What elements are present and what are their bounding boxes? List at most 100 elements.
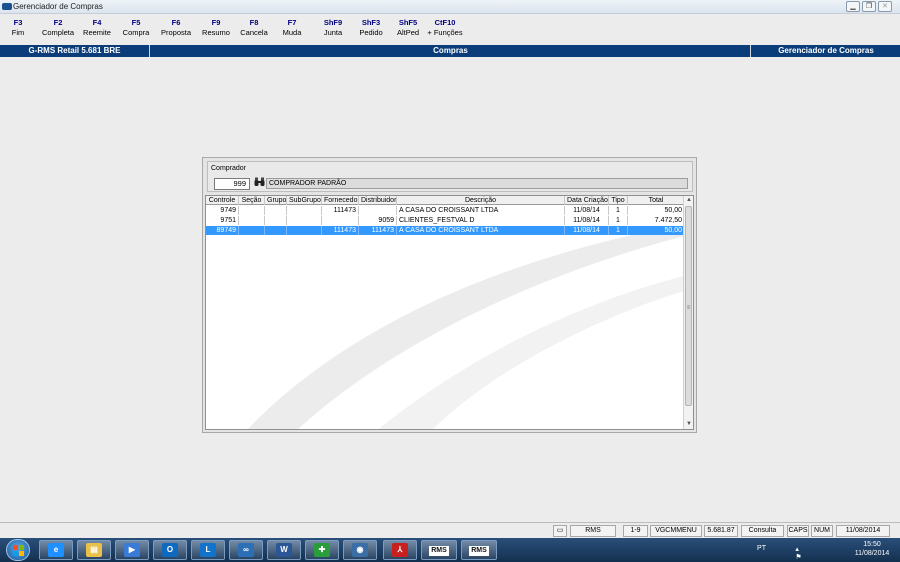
cell-subgrupo [287, 206, 322, 215]
column-header[interactable]: Tipo [609, 196, 628, 205]
taskbar-rms-button[interactable]: RMS [421, 540, 457, 560]
fkey-f3[interactable]: F3 Fim [8, 18, 28, 38]
column-header[interactable]: SubGrupo [287, 196, 322, 205]
taskbar-ie-button[interactable]: e [39, 540, 73, 560]
fkey-label: Reemite [83, 28, 111, 37]
column-header[interactable]: Controle [206, 196, 239, 205]
column-header[interactable]: Grupo [265, 196, 287, 205]
column-header[interactable]: Fornecedor [322, 196, 359, 205]
cell-secao [239, 226, 265, 235]
purchases-grid[interactable]: Controle Seção Grupo SubGrupo Fornecedor Dist… [205, 195, 694, 430]
rms-icon: RMS [469, 546, 489, 556]
fkey-code: ShF9 [323, 18, 343, 27]
fkey-label: Fim [11, 28, 25, 37]
table-row[interactable]: 9749 111473 A CASA DO CROISSANT LTDA 11/08/… [206, 206, 685, 215]
system-version: G-RMS Retail 5.681 BRE [0, 45, 150, 57]
fkey-shf9[interactable]: ShF9 Junta [319, 18, 347, 38]
cell-distribuidor: 111473 [359, 226, 397, 235]
scroll-down-icon[interactable]: ▼ [684, 420, 693, 429]
fkey-f7[interactable]: F7 Muda [278, 18, 306, 38]
fkey-code: ShF3 [361, 18, 381, 27]
scroll-grip-icon: ≡ [686, 305, 691, 311]
fkey-code: F5 [131, 18, 141, 27]
fkey-f4[interactable]: F4 Reemite [82, 18, 112, 38]
column-header[interactable]: Distribuidor [359, 196, 397, 205]
start-button[interactable] [6, 539, 30, 561]
cell-controle: 89749 [206, 226, 239, 235]
fkey-code: F2 [53, 18, 63, 27]
taskbar-lync-button[interactable]: L [191, 540, 225, 560]
fkey-f2[interactable]: F2 Completa [40, 18, 76, 38]
window-controls: ▁ ❐ ✕ [846, 1, 892, 12]
context-title: Gerenciador de Compras [778, 46, 874, 55]
restore-icon[interactable]: ❐ [862, 1, 876, 12]
cell-tipo: 1 [609, 216, 628, 225]
cell-secao [239, 206, 265, 215]
comprador-code-input[interactable]: 999 [214, 178, 250, 190]
comprador-name-field: COMPRADOR PADRÃO [266, 178, 688, 189]
cell-total: 7.472,50 [628, 216, 685, 225]
rms-icon: RMS [429, 546, 449, 556]
module-title: Compras [151, 45, 751, 57]
close-icon[interactable]: ✕ [878, 1, 892, 12]
taskbar-media-player-button[interactable]: ▶ [115, 540, 149, 560]
fkey-shf3[interactable]: ShF3 Pedido [356, 18, 386, 38]
fkey-label: Compra [122, 28, 150, 37]
fkey-label: Completa [41, 28, 75, 37]
column-header[interactable]: Data Criação [565, 196, 609, 205]
document-icon: ▭ [553, 525, 567, 537]
app-icon: ◉ [352, 543, 368, 557]
cell-controle: 9749 [206, 206, 239, 215]
taskbar-outlook-button[interactable]: O [153, 540, 187, 560]
fkey-code: F4 [92, 18, 102, 27]
outlook-icon: O [162, 543, 178, 557]
fkey-f6[interactable]: F6 Proposta [159, 18, 193, 38]
status-cell: 1-9 [623, 525, 648, 537]
fkey-code: F8 [249, 18, 259, 27]
cell-grupo [265, 226, 287, 235]
column-header[interactable]: Seção [239, 196, 265, 205]
binoculars-icon[interactable] [253, 177, 265, 189]
vertical-scrollbar[interactable]: ▲ ≡ ▼ [683, 196, 693, 429]
taskbar-word-button[interactable]: W [267, 540, 301, 560]
header-band: G-RMS Retail 5.681 BRE Compras Gerenciad… [0, 45, 900, 57]
status-cell: 5.681.87 [704, 525, 738, 537]
acrobat-icon: ⅄ [392, 543, 408, 557]
language-indicator[interactable]: PT [757, 545, 766, 552]
cell-subgrupo [287, 216, 322, 225]
fkey-label: Pedido [359, 28, 383, 37]
minimize-icon[interactable]: ▁ [846, 1, 860, 12]
taskbar: e ▤ ▶ O L ∞ W ✚ ◉ ⅄ RMS RMS PT ▴ ⚑ ▣ ◂) 15:50 11/08… [0, 538, 900, 562]
fkey-ctf10[interactable]: CtF10 + Funções [425, 18, 465, 38]
fkey-f8[interactable]: F8 Cancela [237, 18, 271, 38]
ie-icon: e [48, 543, 64, 557]
app-icon [2, 3, 12, 10]
cell-data: 11/08/14 [565, 206, 609, 215]
tray-icons[interactable]: ▴ ⚑ ▣ ◂) [795, 545, 802, 562]
fkey-f9[interactable]: F9 Resumo [199, 18, 233, 38]
clock[interactable]: 15:50 11/08/2014 [850, 540, 894, 558]
window-title: Gerenciador de Compras [13, 2, 103, 11]
table-row[interactable]: 9751 9059 CLIENTES_FESTVAL D 11/08/14 1 7.472… [206, 216, 685, 225]
grid-header: Controle Seção Grupo SubGrupo Fornecedor Dist… [206, 196, 685, 205]
taskbar-acrobat-button[interactable]: ⅄ [383, 540, 417, 560]
cell-descricao: CLIENTES_FESTVAL D [397, 216, 565, 225]
scroll-up-icon[interactable]: ▲ [684, 196, 693, 205]
cell-secao [239, 216, 265, 225]
cell-total: 50,00 [628, 226, 685, 235]
taskbar-store-button[interactable]: ✚ [305, 540, 339, 560]
fkey-label: + Funções [427, 28, 463, 37]
status-cell: RMS [570, 525, 616, 537]
table-row[interactable]: 89749 111473 111473 A CASA DO CROISSANT LTD… [206, 226, 685, 235]
purchases-dialog: Comprador 999 COMPRADOR PADRÃO Controle S… [202, 157, 697, 433]
fkey-f5[interactable]: F5 Compra [119, 18, 153, 38]
column-header[interactable]: Descrição [397, 196, 565, 205]
taskbar-app-button[interactable]: ◉ [343, 540, 377, 560]
taskbar-explorer-button[interactable]: ▤ [77, 540, 111, 560]
taskbar-remote-button[interactable]: ∞ [229, 540, 263, 560]
cell-grupo [265, 206, 287, 215]
taskbar-rms-button[interactable]: RMS [461, 540, 497, 560]
column-header[interactable]: Total [628, 196, 685, 205]
cell-total: 50,00 [628, 206, 685, 215]
fkey-shf5[interactable]: ShF5 AltPed [395, 18, 421, 38]
